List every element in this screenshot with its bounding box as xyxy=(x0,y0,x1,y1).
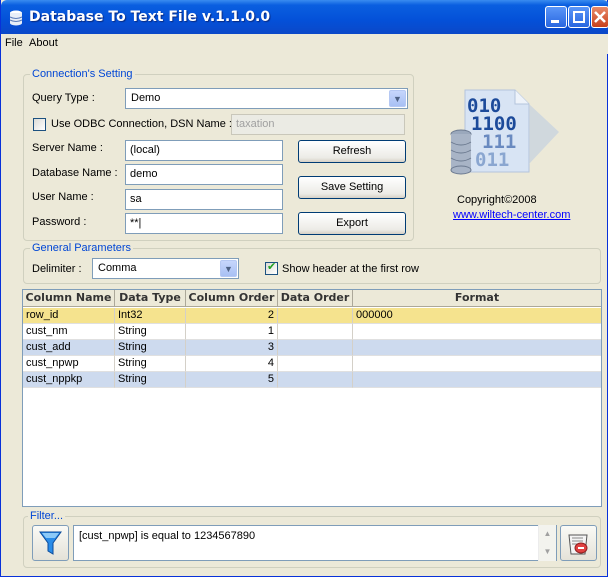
maximize-icon xyxy=(573,11,585,23)
refresh-button[interactable]: Refresh xyxy=(298,140,406,163)
general-parameters-label: General Parameters xyxy=(30,242,134,254)
delimiter-value: Comma xyxy=(98,262,137,274)
scroll-down-icon[interactable]: ▼ xyxy=(539,543,556,561)
chevron-down-icon[interactable]: ▼ xyxy=(389,90,406,107)
show-header-checkbox[interactable] xyxy=(265,260,278,275)
column-header-order[interactable]: Column Order xyxy=(186,290,278,307)
menu-file[interactable]: File xyxy=(5,37,23,49)
delimiter-label: Delimiter : xyxy=(32,263,82,275)
cell-column-name[interactable]: cust_nppkp xyxy=(23,372,115,388)
menu-about[interactable]: About xyxy=(29,37,58,49)
minimize-button[interactable] xyxy=(545,6,567,28)
cell-data-order[interactable] xyxy=(278,324,353,340)
title-bar[interactable]: Database To Text File v.1.1.0.0 xyxy=(1,0,608,34)
cell-format[interactable] xyxy=(353,324,601,340)
table-row[interactable]: row_id Int32 2 000000 xyxy=(23,308,601,324)
database-icon xyxy=(9,10,23,26)
close-icon xyxy=(594,11,606,23)
user-name-label: User Name : xyxy=(32,191,94,203)
cell-format[interactable]: 000000 xyxy=(353,308,601,324)
cell-column-order[interactable]: 5 xyxy=(186,372,278,388)
cell-column-order[interactable]: 3 xyxy=(186,340,278,356)
edit-filter-button[interactable] xyxy=(560,525,597,561)
show-header-label: Show header at the first row xyxy=(282,263,419,275)
close-button[interactable] xyxy=(591,6,608,28)
export-button[interactable]: Export xyxy=(298,212,406,235)
cell-format[interactable] xyxy=(353,356,601,372)
server-name-label: Server Name : xyxy=(32,142,103,154)
website-link[interactable]: www.wiltech-center.com xyxy=(453,209,570,221)
database-binary-logo-icon: 010 1100 111 011 xyxy=(450,89,559,175)
cell-column-order[interactable]: 1 xyxy=(186,324,278,340)
save-setting-button[interactable]: Save Setting xyxy=(298,176,406,199)
query-type-select[interactable]: Demo ▼ xyxy=(125,88,408,109)
cell-data-type[interactable]: String xyxy=(115,324,186,340)
minimize-icon xyxy=(551,20,559,23)
database-name-label: Database Name : xyxy=(32,167,118,179)
copyright-text: Copyright©2008 xyxy=(457,194,537,206)
cell-data-order[interactable] xyxy=(278,372,353,388)
column-header-data-order[interactable]: Data Order xyxy=(278,290,353,307)
dsn-name-input[interactable]: taxation xyxy=(231,114,405,135)
column-header-format[interactable]: Format xyxy=(353,290,601,307)
cell-data-type[interactable]: Int32 xyxy=(115,308,186,324)
cell-column-name[interactable]: cust_nm xyxy=(23,324,115,340)
app-window: Database To Text File v.1.1.0.0 File Abo… xyxy=(0,0,608,577)
window-title: Database To Text File v.1.1.0.0 xyxy=(29,9,271,25)
password-input[interactable]: **| xyxy=(125,213,283,234)
cell-data-type[interactable]: String xyxy=(115,356,186,372)
cell-column-name[interactable]: cust_npwp xyxy=(23,356,115,372)
cell-column-name[interactable]: row_id xyxy=(23,308,115,324)
clear-filter-icon xyxy=(568,534,588,555)
maximize-button[interactable] xyxy=(568,6,590,28)
query-type-value: Demo xyxy=(131,92,161,104)
cell-format[interactable] xyxy=(353,340,601,356)
odbc-checkbox[interactable] xyxy=(33,118,46,131)
filter-label: Filter... xyxy=(28,510,66,522)
cell-data-order[interactable] xyxy=(278,340,353,356)
delimiter-select[interactable]: Comma ▼ xyxy=(92,258,239,279)
table-row[interactable]: cust_nm String 1 xyxy=(23,324,601,340)
cell-format[interactable] xyxy=(353,372,601,388)
column-header-type[interactable]: Data Type xyxy=(115,290,186,307)
query-type-label: Query Type : xyxy=(32,92,95,104)
table-row[interactable]: cust_add String 3 xyxy=(23,340,601,356)
cell-column-order[interactable]: 4 xyxy=(186,356,278,372)
cell-column-order[interactable]: 2 xyxy=(186,308,278,324)
odbc-label: Use ODBC Connection, DSN Name : xyxy=(51,118,232,130)
user-name-input[interactable]: sa xyxy=(125,189,283,210)
filter-button[interactable] xyxy=(32,525,69,561)
cell-data-order[interactable] xyxy=(278,356,353,372)
cell-data-order[interactable] xyxy=(278,308,353,324)
filter-scrollbar[interactable]: ▲ ▼ xyxy=(538,525,556,561)
funnel-icon xyxy=(39,531,62,555)
cell-column-name[interactable]: cust_add xyxy=(23,340,115,356)
menu-bar: File About xyxy=(1,34,608,54)
server-name-input[interactable]: (local) xyxy=(125,140,283,161)
filter-expression-box[interactable]: [cust_npwp] is equal to 1234567890 xyxy=(73,525,557,561)
table-row[interactable]: cust_npwp String 4 xyxy=(23,356,601,372)
logo-line-4: 011 xyxy=(475,149,509,171)
filter-expression-text: [cust_npwp] is equal to 1234567890 xyxy=(79,530,256,542)
chevron-down-icon[interactable]: ▼ xyxy=(220,260,237,277)
column-grid[interactable]: Column Name Data Type Column Order Data … xyxy=(22,289,602,507)
password-label: Password : xyxy=(32,216,87,228)
cell-data-type[interactable]: String xyxy=(115,372,186,388)
column-header-name[interactable]: Column Name xyxy=(23,290,115,307)
table-row[interactable]: cust_nppkp String 5 xyxy=(23,372,601,388)
connection-settings-label: Connection's Setting xyxy=(30,68,135,80)
grid-header: Column Name Data Type Column Order Data … xyxy=(23,290,601,307)
scroll-up-icon[interactable]: ▲ xyxy=(539,525,556,543)
cell-data-type[interactable]: String xyxy=(115,340,186,356)
database-name-input[interactable]: demo xyxy=(125,164,283,185)
